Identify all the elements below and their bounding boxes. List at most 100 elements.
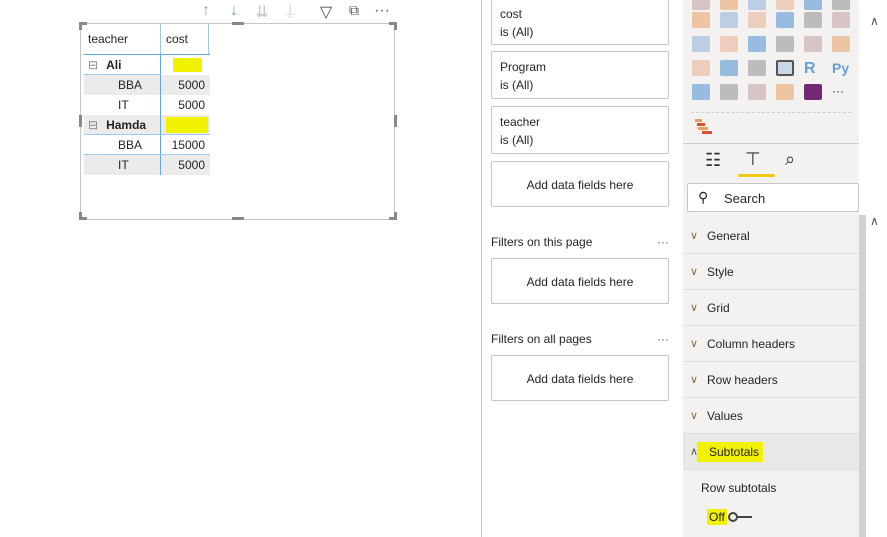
section-column-headers[interactable]: ∨ Column headers (683, 326, 859, 362)
section-label: Grid (707, 301, 730, 315)
format-pane-scrollbar[interactable] (859, 215, 866, 537)
add-page-filter-dropzone[interactable]: Add data fields here (491, 258, 669, 304)
visual-type-icon[interactable] (748, 84, 766, 100)
section-label: Filters on all pages (491, 332, 592, 346)
filter-field: Program (500, 60, 547, 74)
resize-handle[interactable] (232, 217, 244, 220)
table-row: ⊟ Hamda (84, 115, 210, 135)
resize-handle[interactable] (79, 115, 82, 127)
resize-handle[interactable] (79, 212, 82, 220)
table-row: IT 5000 (84, 95, 210, 115)
drill-hierarchy-icon[interactable]: ⍊ (280, 2, 300, 20)
filter-icon[interactable]: ▽ (316, 2, 336, 22)
analytics-magnifier-icon[interactable]: ⌕ (785, 149, 795, 170)
highlight-mark (173, 58, 202, 72)
section-label: Style (707, 265, 734, 279)
resize-handle[interactable] (394, 22, 397, 30)
chevron-up-icon[interactable]: ∧ (870, 14, 879, 28)
row-label: IT (84, 95, 161, 115)
visual-type-icon[interactable] (776, 36, 794, 52)
visual-type-icon[interactable] (832, 0, 850, 10)
focus-mode-icon[interactable]: ⧉ (344, 2, 364, 19)
collapse-icon[interactable]: ⊟ (88, 58, 98, 72)
custom-visual-icon[interactable] (695, 119, 712, 134)
resize-handle[interactable] (394, 115, 397, 127)
visual-type-icon[interactable] (720, 84, 738, 100)
search-input[interactable]: ⚲ Search (687, 183, 859, 212)
resize-handle[interactable] (79, 22, 82, 30)
visual-type-icon[interactable] (804, 36, 822, 52)
filters-on-page-header: Filters on this page ··· (491, 235, 669, 249)
chevron-up-icon[interactable]: ∧ (870, 214, 879, 228)
section-style[interactable]: ∨ Style (683, 254, 859, 290)
visual-type-icon[interactable] (776, 60, 794, 76)
section-row-headers[interactable]: ∨ Row headers (683, 362, 859, 398)
row-subtotals-label: Row subtotals (701, 481, 777, 495)
visual-type-icon[interactable]: R (804, 60, 822, 77)
visual-type-icon[interactable] (692, 60, 710, 76)
resize-handle[interactable] (394, 212, 397, 220)
visual-type-icon[interactable] (832, 12, 850, 28)
visual-type-icon[interactable] (748, 36, 766, 52)
collapse-icon[interactable]: ⊟ (88, 118, 98, 132)
add-visual-filter-dropzone[interactable]: Add data fields here (491, 161, 669, 207)
visual-type-icon[interactable] (720, 36, 738, 52)
more-options-icon[interactable]: ··· (657, 332, 669, 346)
filter-card-teacher[interactable]: teacher is (All) (491, 106, 669, 154)
filter-state: is (All) (500, 25, 534, 39)
visual-type-icon[interactable]: Py (832, 60, 850, 76)
visual-type-icon[interactable] (804, 84, 822, 100)
visual-type-icon[interactable] (776, 0, 794, 10)
chevron-down-icon: ∨ (690, 410, 699, 422)
visual-type-icon[interactable] (720, 0, 738, 10)
row-subtotals-toggle[interactable]: Off (707, 508, 752, 526)
cell-value: 5000 (178, 98, 205, 112)
expand-all-down-icon[interactable]: ⇊ (252, 2, 272, 22)
visual-type-icon[interactable] (720, 12, 738, 28)
more-visuals-icon[interactable]: ··· (832, 84, 850, 100)
row-header[interactable]: ⊟ Ali (84, 55, 161, 75)
toggle-state: Off (707, 509, 727, 525)
divider (691, 112, 851, 113)
visual-type-icon[interactable] (776, 12, 794, 28)
section-general[interactable]: ∨ General (683, 218, 859, 254)
row-header[interactable]: ⊟ Hamda (84, 115, 161, 134)
filter-card-program[interactable]: Program is (All) (491, 51, 669, 99)
filter-card-cost[interactable]: cost is (All) (491, 0, 669, 45)
visual-type-icon[interactable] (692, 0, 710, 10)
format-paint-roller-icon[interactable]: ⊤ (745, 149, 761, 170)
sort-ascending-icon[interactable]: ↑ (196, 2, 216, 20)
section-grid[interactable]: ∨ Grid (683, 290, 859, 326)
visual-type-icon[interactable] (748, 60, 766, 76)
fields-tab-icon[interactable]: ☷ (705, 150, 721, 171)
search-icon: ⚲ (698, 189, 709, 205)
active-tab-indicator (738, 174, 775, 177)
add-report-filter-dropzone[interactable]: Add data fields here (491, 355, 669, 401)
visual-type-icon[interactable] (804, 0, 822, 10)
report-canvas: ↑ ↓ ⇊ ⍊ ▽ ⧉ ··· teacher cost ⊟ Ali BBA 50… (0, 0, 482, 537)
section-label: Subtotals (697, 442, 764, 462)
column-header-cost[interactable]: cost (161, 23, 209, 54)
visual-type-icon[interactable] (748, 12, 766, 28)
section-subtotals[interactable]: ∧ Subtotals (683, 434, 859, 470)
row-label: BBA (84, 135, 161, 154)
visual-type-icon[interactable] (748, 0, 766, 10)
more-options-icon[interactable]: ··· (657, 235, 669, 249)
column-header-teacher[interactable]: teacher (84, 23, 161, 54)
visual-type-icon[interactable] (776, 84, 794, 100)
visual-type-icon[interactable] (692, 12, 710, 28)
visual-type-icon[interactable] (692, 36, 710, 52)
more-options-icon[interactable]: ··· (372, 2, 392, 20)
cell-value: 15000 (171, 138, 205, 152)
row-label: BBA (84, 75, 161, 95)
section-values[interactable]: ∨ Values (683, 398, 859, 434)
visual-type-icon[interactable] (832, 36, 850, 52)
visual-type-icon[interactable] (720, 60, 738, 76)
table-row: IT 5000 (84, 155, 210, 175)
visual-type-icon[interactable] (804, 12, 822, 28)
visual-type-icon[interactable] (692, 84, 710, 100)
resize-handle[interactable] (232, 22, 244, 25)
sort-descending-icon[interactable]: ↓ (224, 2, 244, 20)
section-label: General (707, 229, 750, 243)
chevron-down-icon: ∨ (690, 266, 699, 278)
